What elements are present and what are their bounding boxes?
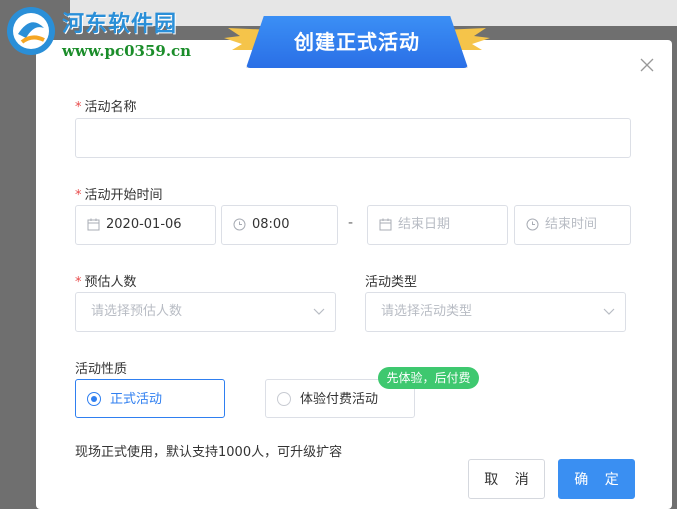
- dialog-title: 创建正式活动: [294, 30, 420, 54]
- calendar-icon: [87, 218, 100, 231]
- cancel-button[interactable]: 取 消: [468, 459, 545, 499]
- radio-formal-label: 正式活动: [110, 392, 163, 407]
- chevron-down-icon: [313, 308, 325, 315]
- trial-badge: 先体验，后付费: [378, 367, 479, 389]
- chevron-down-icon: [603, 308, 615, 315]
- activity-type-select[interactable]: 请选择活动类型: [365, 292, 626, 332]
- radio-trial-label: 体验付费活动: [300, 392, 379, 407]
- clock-icon: [526, 218, 539, 231]
- required-mark: *: [75, 275, 82, 290]
- activity-nature-label: 活动性质: [75, 362, 128, 377]
- watermark-url: www.pc0359.cn: [62, 42, 192, 60]
- watermark: 河东软件园 www.pc0359.cn: [0, 0, 210, 70]
- people-estimate-label: * 预估人数: [75, 271, 137, 290]
- activity-type-label: 活动类型: [365, 275, 418, 290]
- capacity-hint: 现场正式使用，默认支持1000人，可升级扩容: [75, 445, 343, 460]
- start-date-picker[interactable]: 2020-01-06: [75, 205, 216, 245]
- start-time-picker[interactable]: 08:00: [221, 205, 338, 245]
- clock-icon: [233, 218, 246, 231]
- confirm-button[interactable]: 确 定: [558, 459, 635, 499]
- radio-unchecked-icon: [277, 392, 291, 406]
- watermark-logo-icon: [7, 7, 55, 55]
- dialog-title-banner: 创建正式活动: [222, 12, 492, 68]
- close-icon[interactable]: [640, 58, 654, 72]
- activity-name-label: * 活动名称: [75, 96, 137, 115]
- required-mark: *: [75, 100, 82, 115]
- start-time-value: 08:00: [252, 217, 290, 232]
- required-mark: *: [75, 188, 82, 203]
- people-estimate-label-text: 预估人数: [84, 275, 137, 290]
- end-date-placeholder: 结束日期: [398, 217, 451, 232]
- radio-checked-icon: [87, 392, 101, 406]
- start-time-label: * 活动开始时间: [75, 184, 163, 203]
- people-estimate-placeholder: 请选择预估人数: [91, 304, 183, 319]
- activity-name-label-text: 活动名称: [84, 100, 137, 115]
- people-estimate-select[interactable]: 请选择预估人数: [75, 292, 336, 332]
- range-separator: -: [348, 215, 354, 231]
- end-date-picker[interactable]: 结束日期: [367, 205, 508, 245]
- end-time-picker[interactable]: 结束时间: [514, 205, 631, 245]
- end-time-placeholder: 结束时间: [545, 217, 598, 232]
- start-date-value: 2020-01-06: [106, 217, 182, 232]
- watermark-title: 河东软件园: [62, 11, 178, 37]
- start-time-label-text: 活动开始时间: [84, 188, 163, 203]
- activity-type-placeholder: 请选择活动类型: [381, 304, 473, 319]
- calendar-icon: [379, 218, 392, 231]
- activity-name-input[interactable]: [75, 118, 631, 158]
- radio-formal-activity[interactable]: 正式活动: [75, 379, 225, 418]
